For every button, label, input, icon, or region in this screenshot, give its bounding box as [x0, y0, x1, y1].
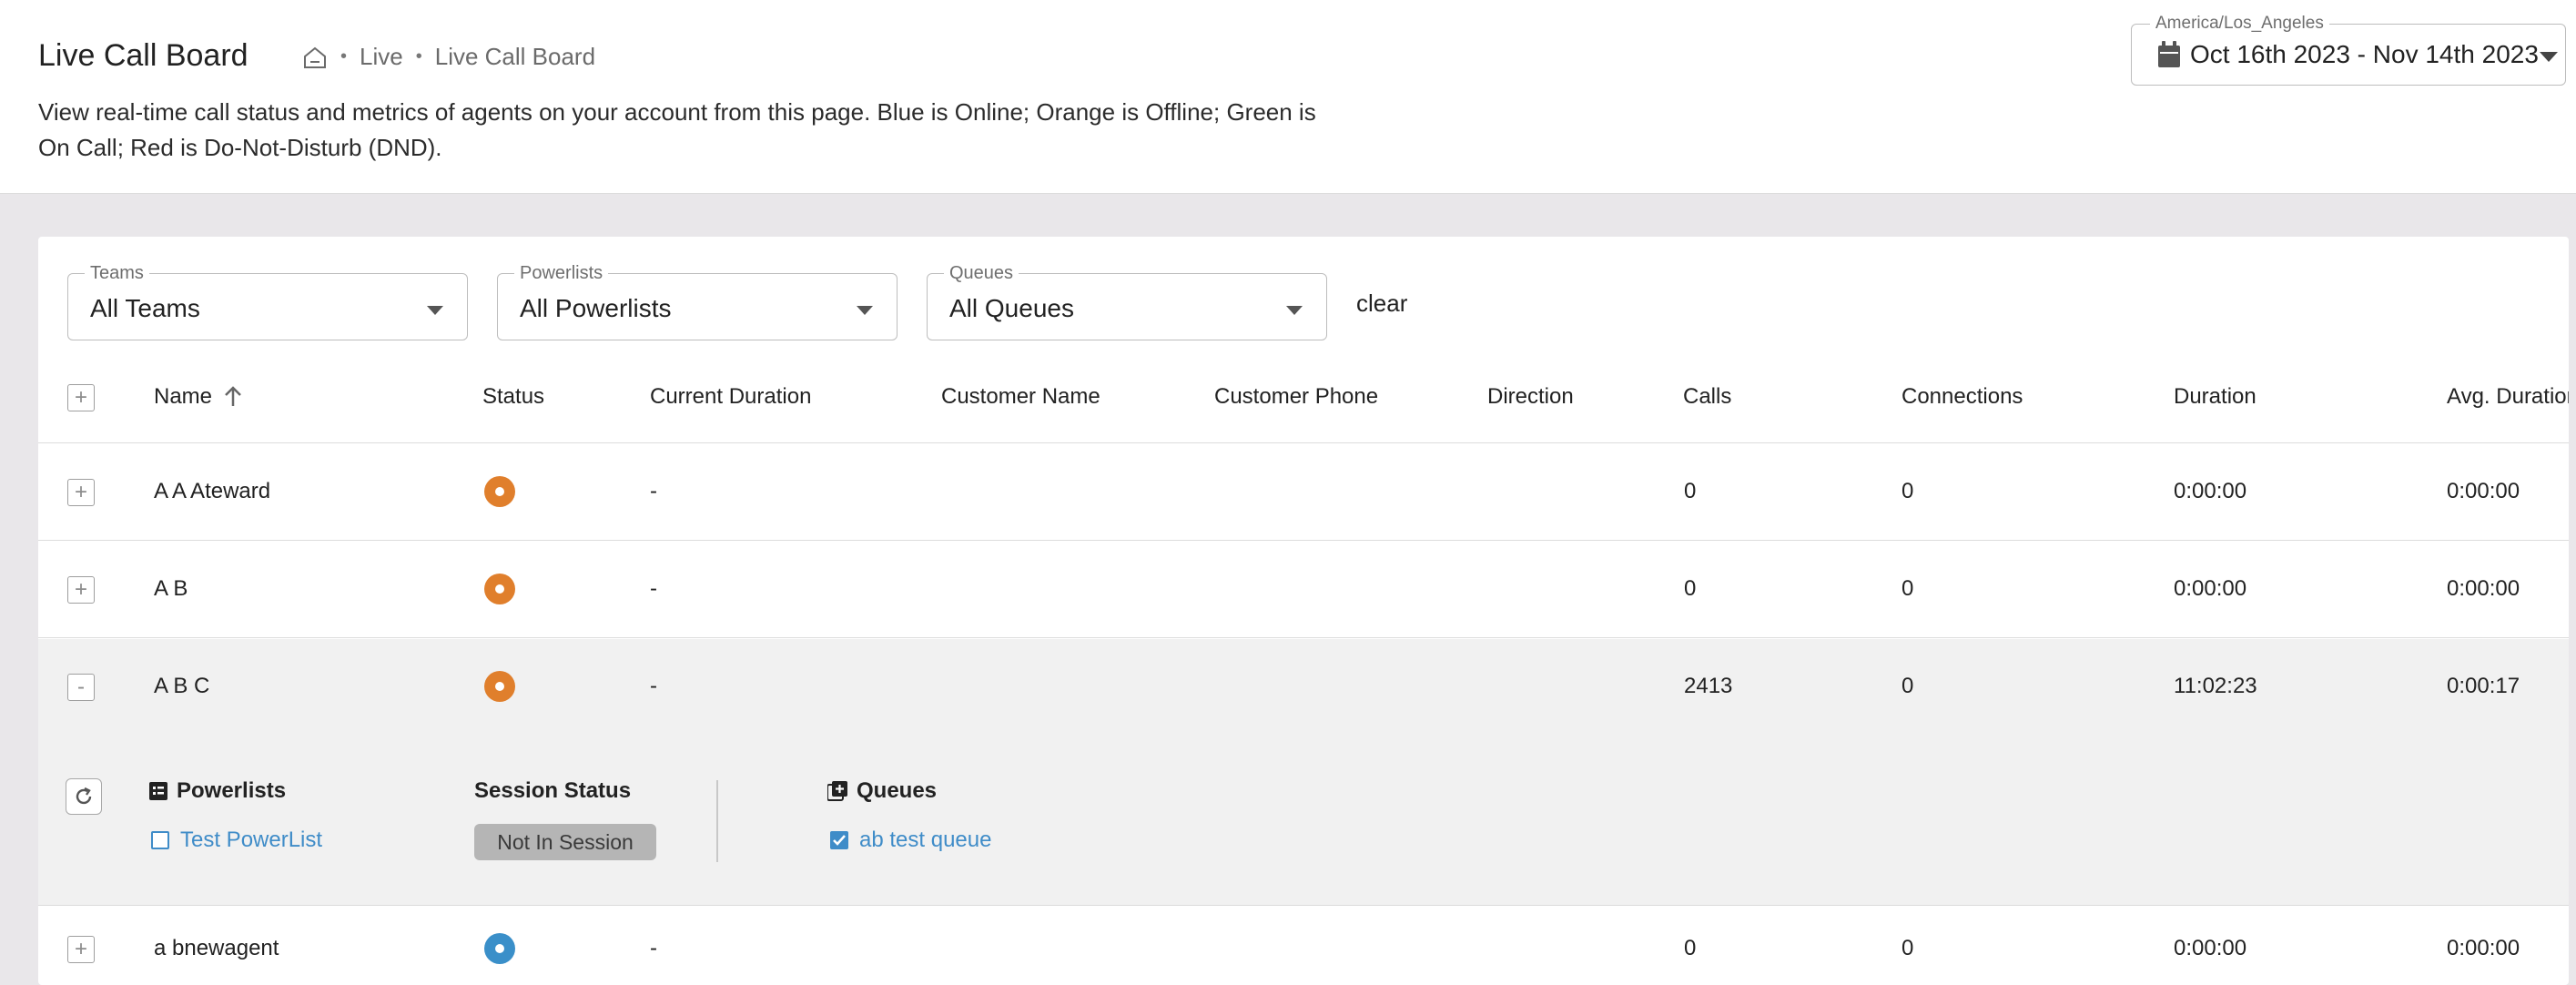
teams-filter-value: All Teams: [90, 294, 200, 322]
powerlist-item-label: Test PowerList: [180, 828, 323, 852]
powerlists-section-title: Powerlists: [149, 778, 286, 804]
calls-count: 0: [1684, 479, 1697, 503]
queues-title: Queues: [857, 778, 938, 803]
calendar-icon: [2157, 41, 2181, 73]
queues-section-title: Queues: [827, 778, 937, 804]
status-offline-icon: [484, 476, 515, 507]
breadcrumb-live[interactable]: Live: [360, 43, 403, 71]
breadcrumb-separator: •: [415, 46, 422, 66]
agent-name: a bnewagent: [154, 936, 279, 960]
column-header-current-duration[interactable]: Current Duration: [650, 384, 811, 410]
live-call-board-card: Teams All Teams Powerlists All Powerlist…: [38, 237, 2569, 985]
expand-row-button[interactable]: +: [67, 479, 95, 506]
current-duration: -: [650, 479, 657, 503]
powerlists-title: Powerlists: [177, 778, 287, 803]
status-online-icon: [484, 933, 515, 964]
home-icon[interactable]: [302, 46, 328, 69]
connections-count: 0: [1902, 479, 1914, 503]
date-range-value: Oct 16th 2023 - Nov 14th 2023: [2190, 40, 2539, 68]
column-header-customer-name[interactable]: Customer Name: [941, 384, 1100, 410]
page-description: View real-time call status and metrics o…: [38, 98, 1316, 161]
clear-filters-button[interactable]: clear: [1356, 289, 1407, 318]
queues-filter-label: Queues: [944, 263, 1019, 284]
column-header-status[interactable]: Status: [482, 384, 544, 410]
connections-count: 0: [1902, 576, 1914, 601]
chevron-down-icon: [2540, 51, 2558, 67]
column-header-avg-duration[interactable]: Avg. Duration: [2447, 384, 2569, 410]
session-status-title: Session Status: [474, 778, 632, 803]
agent-detail-panel: Powerlists Test PowerList Session Status…: [38, 733, 2569, 906]
refresh-button[interactable]: [66, 778, 102, 815]
chevron-down-icon: [1286, 303, 1303, 320]
powerlist-checkbox[interactable]: [151, 831, 169, 849]
collapse-row-button[interactable]: -: [67, 674, 95, 701]
queue-item-label: ab test queue: [859, 828, 992, 852]
powerlists-filter-label: Powerlists: [514, 263, 609, 284]
page-header: Live Call Board • Live • Live Call Board…: [0, 0, 2576, 194]
chevron-down-icon: [427, 303, 443, 320]
duration: 0:00:00: [2174, 479, 2247, 503]
add-box-icon: [827, 781, 847, 801]
column-header-calls[interactable]: Calls: [1683, 384, 1731, 410]
agent-name: A B C: [154, 674, 210, 698]
teams-filter-label: Teams: [85, 263, 149, 284]
avg-duration: 0:00:17: [2447, 674, 2520, 698]
current-duration: -: [650, 576, 657, 601]
table-header: + Name Status Current Duration Customer …: [38, 355, 2569, 443]
calls-count: 0: [1684, 936, 1697, 960]
queues-filter-value: All Queues: [949, 294, 1074, 322]
column-header-customer-phone[interactable]: Customer Phone: [1214, 384, 1378, 410]
avg-duration: 0:00:00: [2447, 576, 2520, 601]
duration: 11:02:23: [2174, 674, 2257, 698]
current-duration: -: [650, 936, 657, 960]
queues-filter[interactable]: Queues All Queues: [927, 263, 1327, 340]
avg-duration: 0:00:00: [2447, 936, 2520, 960]
queue-checkbox[interactable]: [830, 831, 848, 849]
calls-count: 2413: [1684, 674, 1733, 698]
list-icon: [149, 782, 167, 800]
session-status-badge: Not In Session: [474, 824, 656, 860]
breadcrumb: • Live • Live Call Board: [302, 43, 595, 71]
table-row-expanded[interactable]: - A B C - 2413 0 11:02:23 0:00:17: [38, 639, 2569, 734]
column-header-direction[interactable]: Direction: [1487, 384, 1574, 410]
page-title: Live Call Board: [38, 38, 248, 73]
column-header-name-label: Name: [154, 384, 213, 409]
table-row[interactable]: + A B - 0 0 0:00:00 0:00:00: [38, 542, 2569, 638]
table-row[interactable]: + a bnewagent - 0 0 0:00:00 0:00:00: [38, 907, 2569, 985]
chevron-down-icon: [857, 303, 873, 320]
current-duration: -: [650, 674, 657, 698]
agent-name: A A Ateward: [154, 479, 271, 503]
connections-count: 0: [1902, 936, 1914, 960]
teams-filter[interactable]: Teams All Teams: [67, 263, 468, 340]
column-header-name[interactable]: Name: [154, 384, 243, 410]
powerlist-item[interactable]: Test PowerList: [151, 828, 322, 853]
status-offline-icon: [484, 671, 515, 702]
powerlists-filter-value: All Powerlists: [520, 294, 672, 322]
breadcrumb-live-call-board: Live Call Board: [434, 43, 596, 70]
expand-row-button[interactable]: +: [67, 576, 95, 604]
queue-item[interactable]: ab test queue: [830, 828, 991, 853]
column-header-duration[interactable]: Duration: [2174, 384, 2257, 410]
connections-count: 0: [1902, 674, 1914, 698]
calls-count: 0: [1684, 576, 1697, 601]
date-range-picker[interactable]: America/Los_Angeles Oct 16th 2023 - Nov …: [2131, 14, 2566, 86]
avg-duration: 0:00:00: [2447, 479, 2520, 503]
expand-row-button[interactable]: +: [67, 936, 95, 963]
column-header-connections[interactable]: Connections: [1902, 384, 2023, 410]
table-row[interactable]: + A A Ateward - 0 0 0:00:00 0:00:00: [38, 444, 2569, 541]
timezone-label: America/Los_Angeles: [2150, 14, 2329, 34]
duration: 0:00:00: [2174, 576, 2247, 601]
duration: 0:00:00: [2174, 936, 2247, 960]
agent-name: A B: [154, 576, 188, 601]
expand-all-button[interactable]: +: [67, 384, 95, 411]
refresh-icon: [73, 786, 95, 807]
arrow-up-icon: [223, 386, 243, 408]
status-offline-icon: [484, 574, 515, 604]
breadcrumb-separator: •: [340, 46, 348, 66]
powerlists-filter[interactable]: Powerlists All Powerlists: [497, 263, 898, 340]
section-divider: [716, 780, 718, 862]
